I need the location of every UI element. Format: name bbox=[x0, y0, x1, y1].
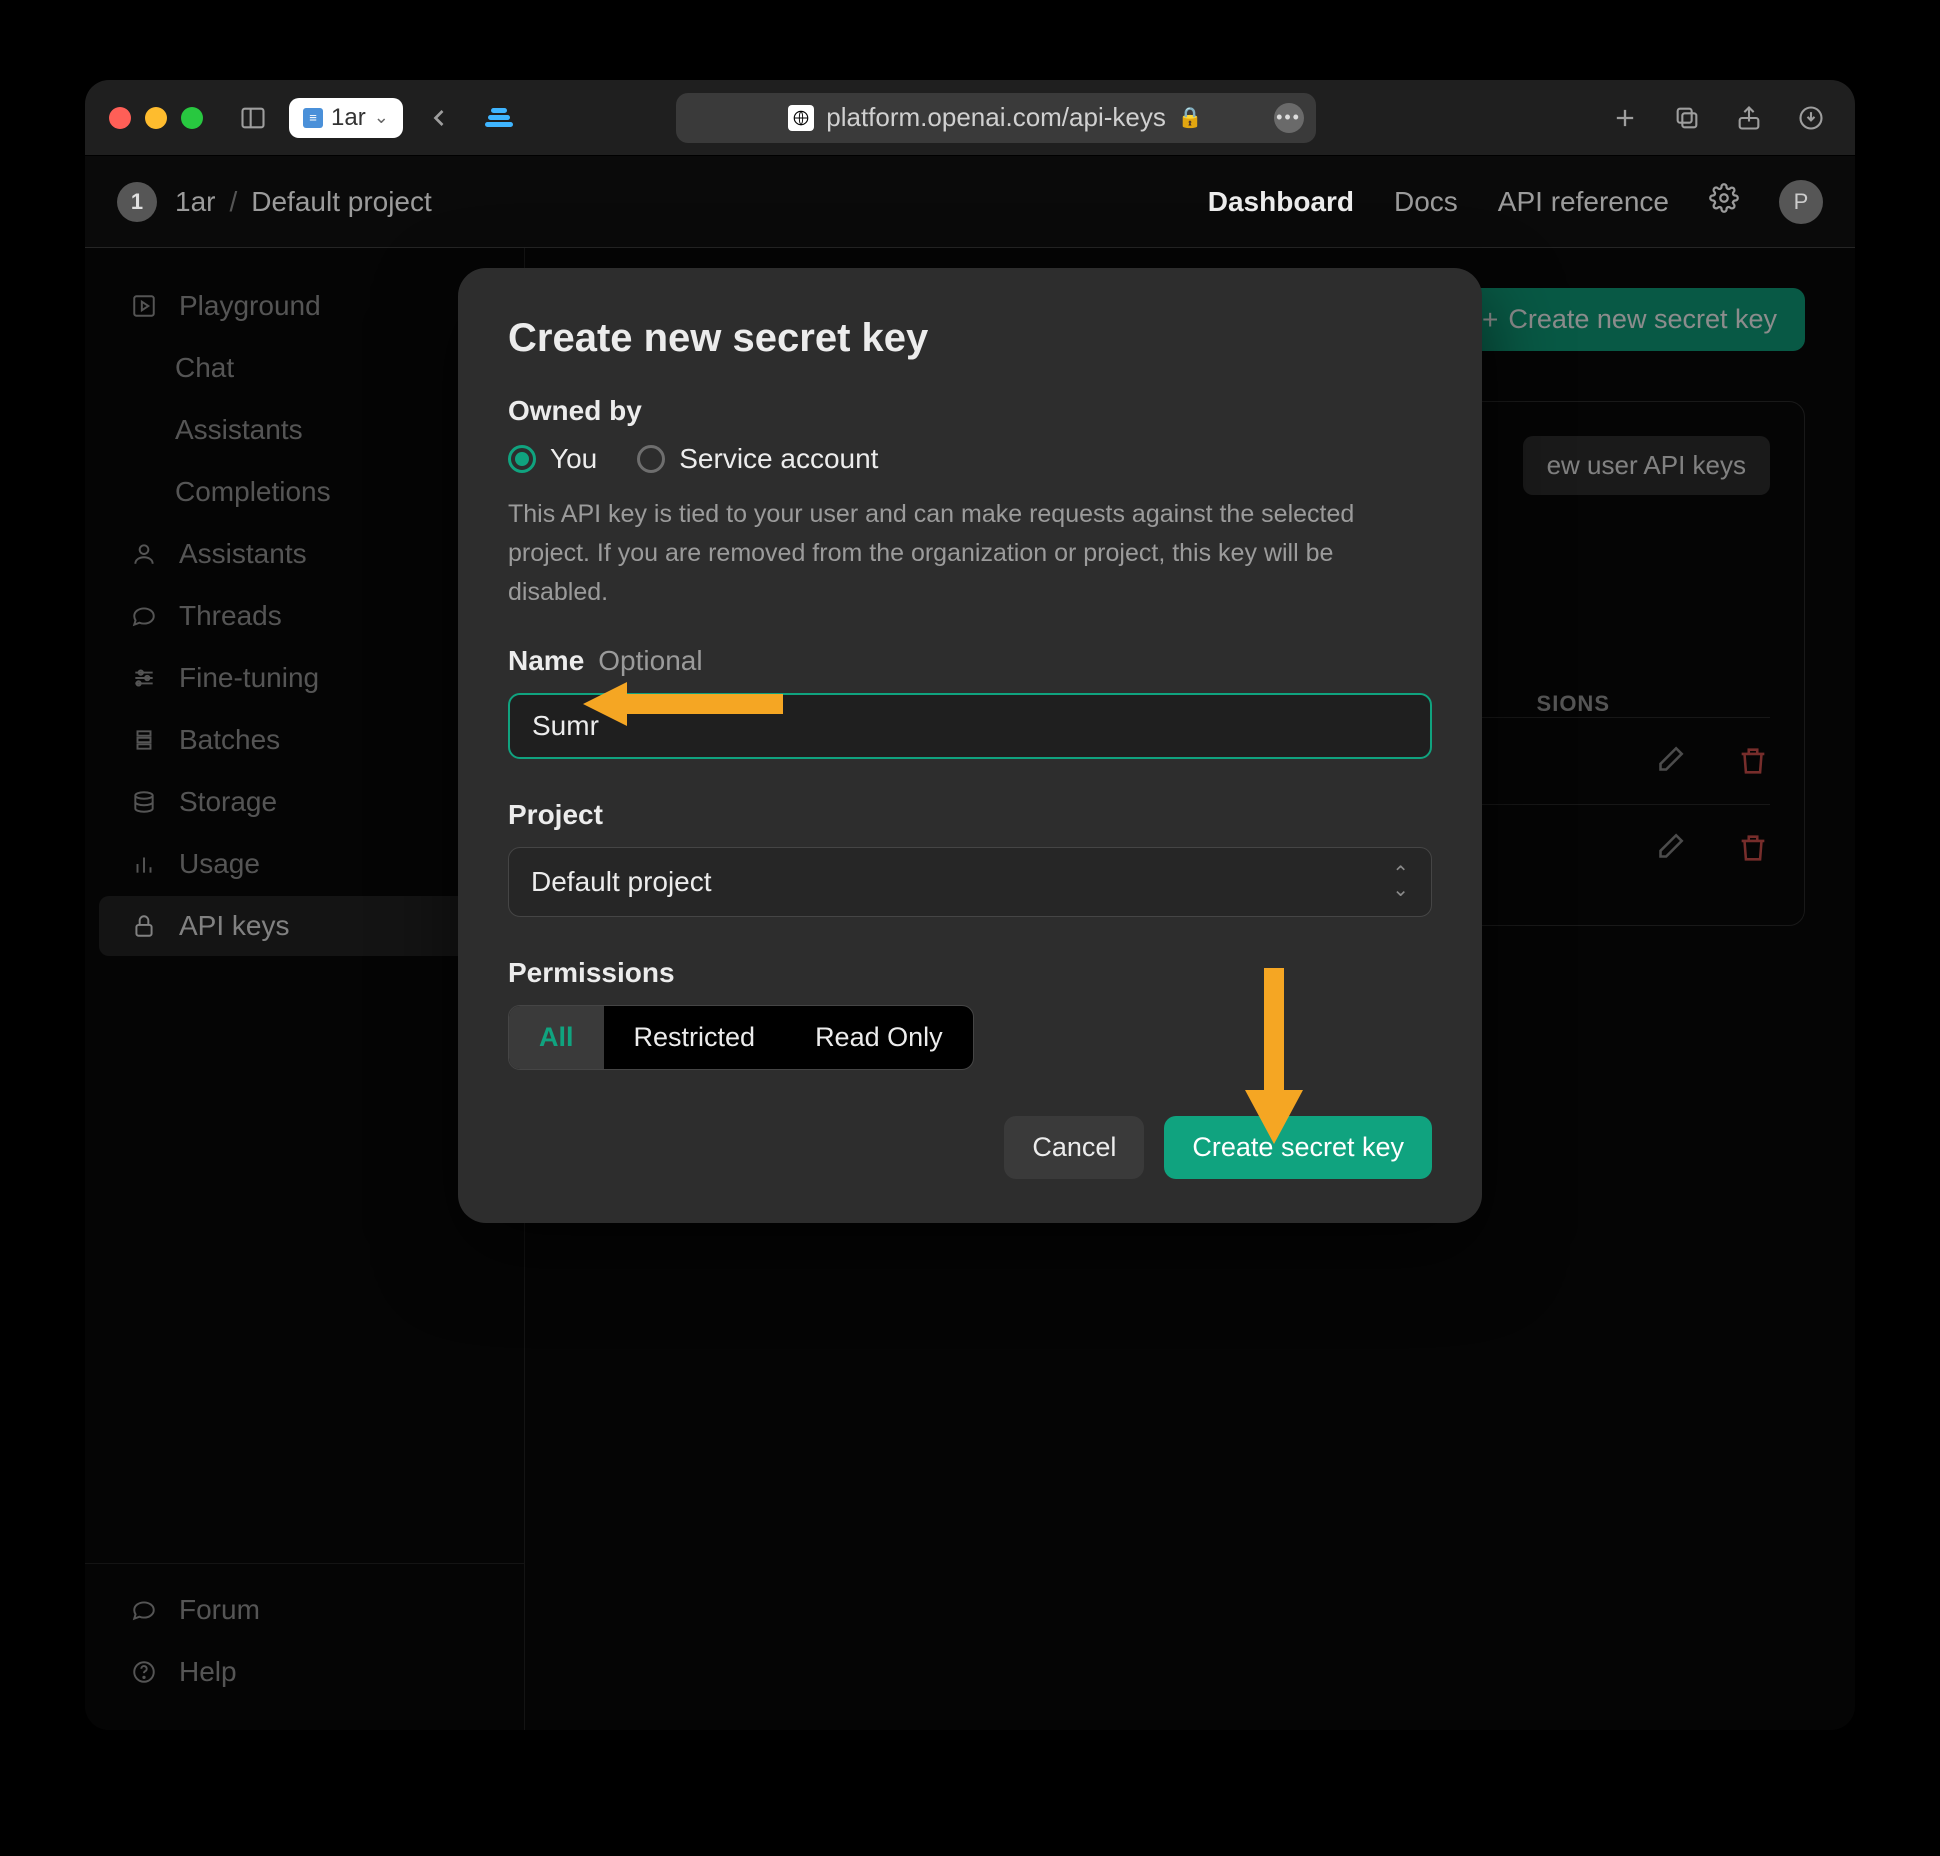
name-label: Name Optional bbox=[508, 645, 1432, 677]
share-icon[interactable] bbox=[1729, 98, 1769, 138]
select-chevrons-icon: ⌃⌄ bbox=[1392, 866, 1409, 898]
select-value: Default project bbox=[531, 866, 712, 898]
permissions-segmented: All Restricted Read Only bbox=[508, 1005, 974, 1070]
window-controls bbox=[109, 107, 203, 129]
org-badge[interactable]: 1 bbox=[117, 182, 157, 222]
permissions-label: Permissions bbox=[508, 957, 1432, 989]
url-text: platform.openai.com/api-keys bbox=[826, 102, 1166, 133]
nav-api-reference[interactable]: API reference bbox=[1498, 186, 1669, 218]
org-name[interactable]: 1ar bbox=[175, 186, 215, 218]
gear-icon[interactable] bbox=[1709, 183, 1739, 220]
modal-backdrop[interactable]: Create new secret key Owned by You Servi… bbox=[85, 248, 1855, 1730]
modal-title: Create new secret key bbox=[508, 316, 1432, 361]
site-favicon bbox=[788, 105, 814, 131]
radio-label: Service account bbox=[679, 443, 878, 475]
create-key-modal: Create new secret key Owned by You Servi… bbox=[458, 268, 1482, 1223]
nav-dashboard[interactable]: Dashboard bbox=[1208, 186, 1354, 218]
url-bar[interactable]: platform.openai.com/api-keys 🔒 ••• bbox=[676, 93, 1316, 143]
project-label: Project bbox=[508, 799, 1432, 831]
page-actions-icon[interactable]: ••• bbox=[1274, 103, 1304, 133]
project-name[interactable]: Default project bbox=[251, 186, 432, 218]
downloads-icon[interactable] bbox=[1791, 98, 1831, 138]
radio-label: You bbox=[550, 443, 597, 475]
modal-actions: Cancel Create secret key bbox=[508, 1116, 1432, 1179]
nav-docs[interactable]: Docs bbox=[1394, 186, 1458, 218]
copy-icon[interactable] bbox=[1667, 98, 1707, 138]
perm-restricted[interactable]: Restricted bbox=[604, 1006, 786, 1069]
radio-circle-icon bbox=[508, 445, 536, 473]
create-secret-key-submit[interactable]: Create secret key bbox=[1164, 1116, 1432, 1179]
back-button[interactable] bbox=[419, 98, 459, 138]
browser-window: ≡ 1ar ⌄ platform.openai.com/api-keys 🔒 •… bbox=[85, 80, 1855, 1730]
lock-icon: 🔒 bbox=[1178, 105, 1203, 130]
breadcrumb-sep: / bbox=[229, 186, 237, 218]
header-nav: Dashboard Docs API reference P bbox=[1208, 180, 1823, 224]
perm-all[interactable]: All bbox=[509, 1006, 604, 1069]
cancel-button[interactable]: Cancel bbox=[1004, 1116, 1144, 1179]
avatar[interactable]: P bbox=[1779, 180, 1823, 224]
radio-circle-icon bbox=[637, 445, 665, 473]
maximize-window-button[interactable] bbox=[181, 107, 203, 129]
project-select[interactable]: Default project ⌃⌄ bbox=[508, 847, 1432, 917]
tab-label: 1ar bbox=[331, 104, 366, 132]
breadcrumb: 1ar / Default project bbox=[175, 186, 432, 218]
perm-readonly[interactable]: Read Only bbox=[785, 1006, 973, 1069]
close-window-button[interactable] bbox=[109, 107, 131, 129]
browser-toolbar: ≡ 1ar ⌄ platform.openai.com/api-keys 🔒 •… bbox=[85, 80, 1855, 156]
owned-by-description: This API key is tied to your user and ca… bbox=[508, 495, 1432, 611]
tab-favicon: ≡ bbox=[303, 108, 323, 128]
minimize-window-button[interactable] bbox=[145, 107, 167, 129]
radio-you[interactable]: You bbox=[508, 443, 597, 475]
tab-overview-icon[interactable] bbox=[485, 108, 513, 127]
radio-service-account[interactable]: Service account bbox=[637, 443, 878, 475]
sidebar-toggle-icon[interactable] bbox=[233, 98, 273, 138]
key-name-input[interactable] bbox=[508, 693, 1432, 759]
owned-by-label: Owned by bbox=[508, 395, 1432, 427]
owned-by-radio-group: You Service account bbox=[508, 443, 1432, 475]
name-hint: Optional bbox=[598, 645, 702, 677]
app-header: 1 1ar / Default project Dashboard Docs A… bbox=[85, 156, 1855, 248]
chevron-down-icon: ⌄ bbox=[374, 107, 389, 128]
browser-tab[interactable]: ≡ 1ar ⌄ bbox=[289, 98, 403, 138]
new-tab-button[interactable] bbox=[1605, 98, 1645, 138]
